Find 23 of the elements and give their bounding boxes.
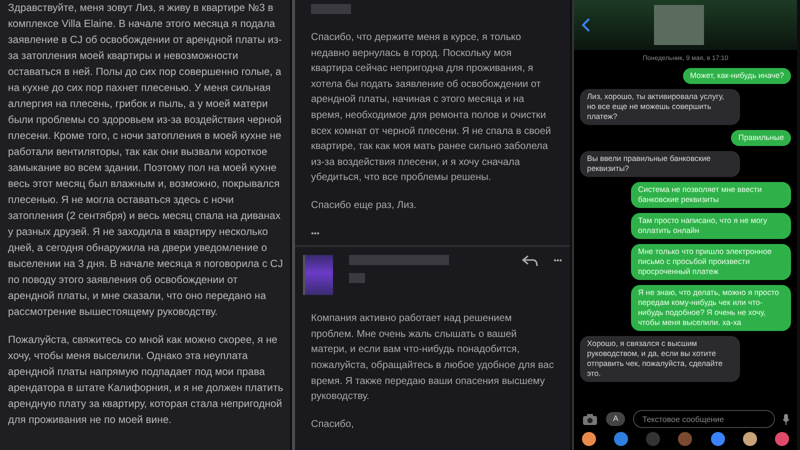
back-icon[interactable] — [582, 18, 590, 32]
avatar-placeholder — [303, 255, 333, 296]
camera-icon[interactable] — [582, 412, 598, 426]
letter-text: Здравствуйте, меня зовут Лиз, я живу в квартире №3 в комплексе Villa Elaine. В начале этого месяца я подала заявление в CJ об освобождении от арендной платы из-за затопления моей квартиры и невозможности оставаться в ней. Полы до сих пор совершенно голые, а на кухне до сих пор пахнет плесенью. У меня сильная аллергия на плесень, грибок и пыль, а у моей матери были проблемы со здоровьем из-за воздействия черной плесени. Кроме того, с ночи затопления в моей кухне не работали вентиляторы, так как они вызвали короткое замыкание во всем здании. Поэтому пол на моей кухне весь этот месяц был влажным и, возможно, покрывался плесенью. Я не могла оставаться здесь с ночи затопления (2 сентября) и весь месяц спала на диванах у разных друзей. Я не заходила в квартиру несколько дней, а сегодня обнаружила на двери уведомление о выселении на 3 дня. В начале месяца я поговорила с CJ по поводу этого заявления об освобождении от арендной платы, и мне сказали, что оно передано на рассмотрение вышестоящему руководству. — [8, 2, 284, 320]
email-text: Спасибо, что держите меня в курсе, я только недавно вернулась в город. Поскольку моя квартира сейчас непригодна для проживания, я хотела бы подать заявление об освобождении от арендной платы, начиная с этого месяца и на время, необходимое для ремонта полов и очистки всех комнат от черной плесени. Я не спала в своей квартире, так как моя мать ранее сильно заболела из-за воздействия плесени, и я хочу сначала убедиться, что все проблемы решены. — [311, 31, 552, 186]
app-icon[interactable] — [774, 432, 789, 446]
app-icon[interactable] — [710, 432, 725, 446]
redacted-sender-block — [311, 4, 351, 14]
app-icon[interactable] — [582, 432, 596, 446]
collapsed-quote-marker[interactable]: ••• — [311, 226, 320, 242]
message-input[interactable]: Текстовое сообщение — [633, 410, 775, 428]
email-text: Компания активно работает над решением проблем. Мне очень жаль слышать о вашей матери, и если вам что-нибудь понадобится, пожалуйста, обращайтесь в любое удобное для вас время. Я также передаю ваши опасения высшему руководству. — [311, 312, 554, 404]
letter-text: Пожалуйста, свяжитесь со мной как можно скорее, я не хочу, чтобы меня выселили. Однако эта неуплата арендной платы напрямую подпадает под мои права арендатора в штате Калифорния, и я не должен платить арендную плату за квартиру, которая стала непригодной для проживания не по моей вине. — [8, 334, 284, 428]
app-icon[interactable] — [614, 432, 628, 446]
more-button[interactable]: ••• — [554, 255, 562, 268]
app-icon[interactable] — [742, 432, 757, 446]
email-text: Спасибо, — [311, 418, 355, 432]
redacted-sender-address — [349, 273, 365, 284]
reply-icon[interactable] — [522, 255, 538, 268]
contact-avatar-placeholder — [654, 5, 704, 45]
apps-button[interactable]: A — [606, 412, 626, 426]
email-text: Спасибо еще раз, Лиз. — [311, 198, 418, 213]
microphone-icon[interactable] — [783, 414, 789, 424]
